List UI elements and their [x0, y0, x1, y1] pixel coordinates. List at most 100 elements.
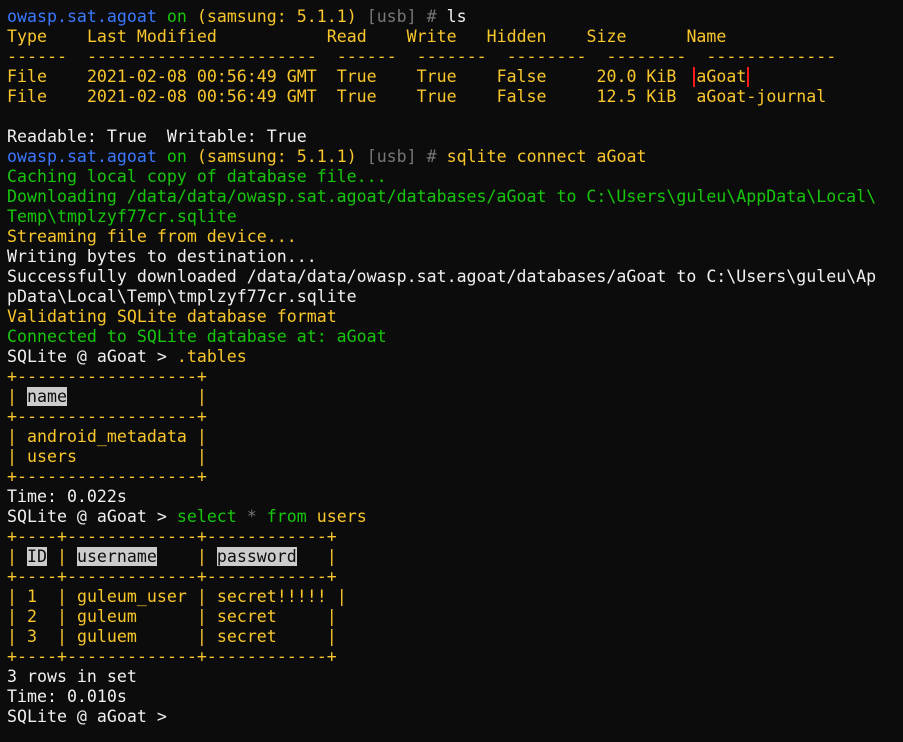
- command-tables: .tables: [176, 347, 247, 366]
- users-cell-username: guleum_user: [76, 587, 187, 606]
- output-validating: Validating SQLite database format: [7, 307, 337, 326]
- prompt-on: on: [166, 147, 187, 166]
- users-cell-password: secret: [216, 627, 277, 646]
- table-row: File 2021-02-08 00:56:49 GMT True True F…: [7, 67, 903, 87]
- tables-border-top: +------------------+: [7, 367, 207, 386]
- tables-header-row: | name |: [7, 387, 207, 406]
- ls-header-hidden: Hidden: [486, 27, 547, 46]
- tables-cell: android_metadata: [26, 427, 187, 446]
- sqlite-prompt: SQLite @ aGoat >: [7, 707, 177, 726]
- permissions-line: Readable: True Writable: True: [7, 127, 307, 146]
- ls-cell-write: True: [416, 87, 457, 106]
- ls-divider-size: --------: [606, 47, 687, 66]
- ls-header-row: Type Last Modified Read Write Hidden Siz…: [7, 27, 903, 47]
- prompt-hash: #: [426, 7, 437, 26]
- prompt-line-sqlite-connect: owasp.sat.agoat on (samsung: 5.1.1) [usb…: [7, 147, 903, 167]
- output-downloading-2: Temp\tmplzyf77cr.sqlite: [7, 207, 237, 226]
- ls-cell-modified: 2021-02-08 00:56:49 GMT: [86, 67, 317, 86]
- output-success-2: pData\Local\Temp\tmplzyf77cr.sqlite: [7, 287, 357, 306]
- ls-cell-hidden: False: [496, 87, 547, 106]
- users-cell-username: guleum: [76, 607, 137, 626]
- ls-divider-read: ------: [336, 47, 397, 66]
- command-sqlite-connect: sqlite connect aGoat: [446, 147, 647, 166]
- sql-keyword-from: from: [266, 507, 307, 526]
- sql-keyword-select: select: [176, 507, 237, 526]
- ls-divider-row: ------ ----------------------- ------ --…: [7, 47, 903, 67]
- sqlite-prompt: SQLite @ aGoat >: [7, 347, 177, 366]
- ls-cell-name: aGoat-journal: [696, 87, 827, 106]
- table-row: | android_metadata |: [7, 427, 207, 446]
- prompt-conn: [usb]: [366, 147, 417, 166]
- ls-cell-size: 20.0 KiB: [596, 67, 677, 86]
- tables-border-bottom: +------------------+: [7, 467, 207, 486]
- output-success-1: Successfully downloaded /data/data/owasp…: [7, 267, 877, 286]
- terminal-window[interactable]: owasp.sat.agoat on (samsung: 5.1.1) [usb…: [0, 0, 903, 742]
- ls-header-size: Size: [586, 27, 627, 46]
- output-connected: Connected to SQLite database at: aGoat: [7, 327, 387, 346]
- prompt-device: (samsung: 5.1.1): [196, 7, 357, 26]
- ls-cell-name-highlighted[interactable]: aGoat: [693, 67, 750, 87]
- users-cell-id: 2: [26, 607, 37, 626]
- ls-header-modified: Last Modified: [86, 27, 217, 46]
- users-header-password: password: [216, 547, 297, 566]
- ls-cell-read: True: [336, 67, 377, 86]
- ls-cell-size: 12.5 KiB: [596, 87, 677, 106]
- ls-divider-name: -------------: [706, 47, 837, 66]
- ls-divider-type: ------: [7, 47, 67, 66]
- users-header-username: username: [76, 547, 157, 566]
- ls-cell-modified: 2021-02-08 00:56:49 GMT: [86, 87, 317, 106]
- prompt-host: owasp.sat.agoat: [7, 7, 157, 26]
- sqlite-prompt-final[interactable]: SQLite @ aGoat >: [7, 707, 903, 727]
- sqlite-prompt-tables: SQLite @ aGoat > .tables: [7, 347, 903, 367]
- sqlite-prompt-select: SQLite @ aGoat > select * from users: [7, 507, 903, 527]
- prompt-line-ls: owasp.sat.agoat on (samsung: 5.1.1) [usb…: [7, 7, 903, 27]
- ls-cell-read: True: [336, 87, 377, 106]
- tables-header-name: name: [26, 387, 67, 406]
- ls-cell-type: File: [7, 67, 47, 86]
- ls-divider-hidden: --------: [506, 47, 587, 66]
- output-caching: Caching local copy of database file...: [7, 167, 387, 186]
- users-cell-password: secret: [216, 607, 277, 626]
- users-cell-id: 3: [26, 627, 37, 646]
- tables-border-mid: +------------------+: [7, 407, 207, 426]
- users-border-bottom: +----+-------------+------------+: [7, 647, 337, 666]
- table-row: File 2021-02-08 00:56:49 GMT True True F…: [7, 87, 903, 107]
- prompt-on: on: [166, 7, 187, 26]
- ls-header-write: Write: [406, 27, 457, 46]
- tables-cell: users: [26, 447, 77, 466]
- users-border-mid: +----+-------------+------------+: [7, 567, 337, 586]
- users-header-row: | ID | username | password |: [7, 547, 337, 566]
- ls-cell-write: True: [416, 67, 457, 86]
- table-row: | 1 | guleum_user | secret!!!!! |: [7, 587, 347, 606]
- users-cell-id: 1: [26, 587, 37, 606]
- table-row: | 3 | guluem | secret |: [7, 627, 337, 646]
- users-header-id: ID: [26, 547, 47, 566]
- ls-cell-hidden: False: [496, 67, 547, 86]
- output-streaming: Streaming file from device...: [7, 227, 297, 246]
- prompt-hash: #: [426, 147, 437, 166]
- prompt-device: (samsung: 5.1.1): [196, 147, 357, 166]
- prompt-host: owasp.sat.agoat: [7, 147, 157, 166]
- table-row: | 2 | guleum | secret |: [7, 607, 337, 626]
- sqlite-prompt: SQLite @ aGoat >: [7, 507, 177, 526]
- sql-table-name: users: [316, 507, 367, 526]
- command-ls: ls: [446, 7, 467, 26]
- time-1: Time: 0.022s: [7, 487, 127, 506]
- sql-star: *: [246, 507, 257, 526]
- ls-divider-write: -------: [416, 47, 487, 66]
- users-cell-username: guluem: [76, 627, 137, 646]
- table-row: | users |: [7, 447, 207, 466]
- rows-in-set: 3 rows in set: [7, 667, 137, 686]
- output-writing: Writing bytes to destination...: [7, 247, 317, 266]
- output-downloading-1: Downloading /data/data/owasp.sat.agoat/d…: [7, 187, 877, 206]
- ls-header-name: Name: [686, 27, 727, 46]
- time-2: Time: 0.010s: [7, 687, 127, 706]
- ls-header-type: Type: [7, 27, 47, 46]
- prompt-conn: [usb]: [366, 7, 417, 26]
- ls-header-read: Read: [326, 27, 367, 46]
- ls-cell-type: File: [7, 87, 47, 106]
- users-border-top: +----+-------------+------------+: [7, 527, 337, 546]
- ls-divider-modified: -----------------------: [86, 47, 317, 66]
- users-cell-password: secret!!!!!: [216, 587, 327, 606]
